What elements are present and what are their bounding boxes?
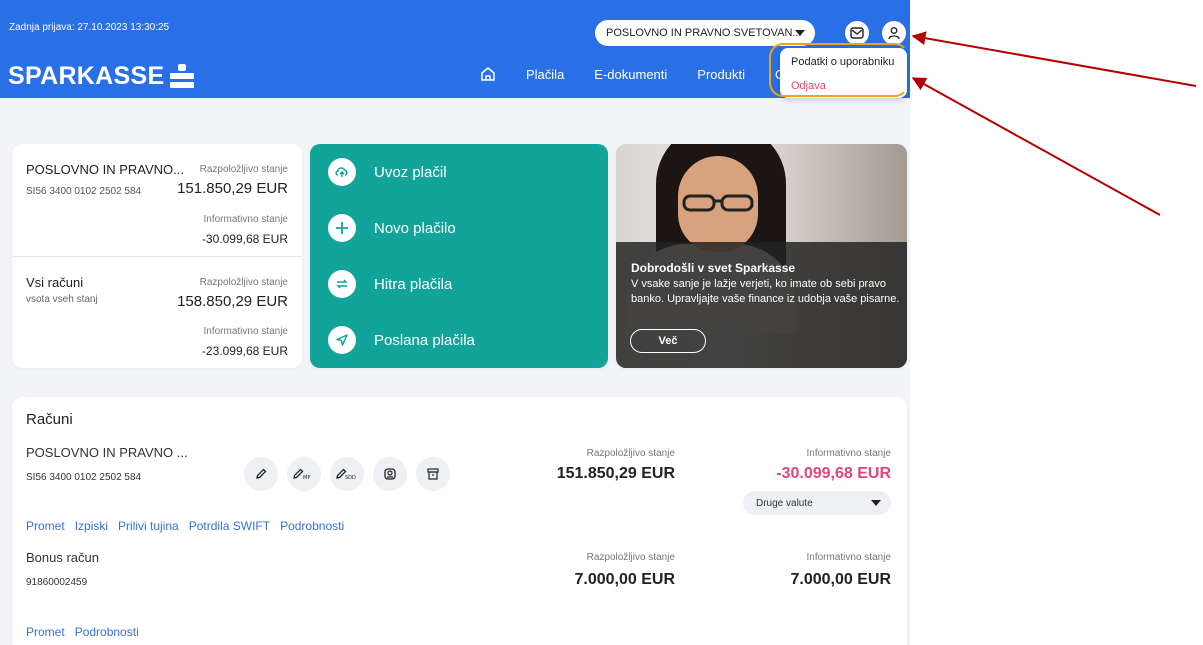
summary-info-amount: -30.099,68 EUR — [201, 232, 288, 246]
cloud-upload-icon — [328, 158, 356, 186]
quick-actions-card: Uvoz plačil Novo plačilo Hitra plačila P… — [310, 144, 608, 368]
row-2-links: Promet Podrobnosti — [26, 625, 139, 639]
nav-produkti[interactable]: Produkti — [697, 67, 745, 82]
chevron-down-icon — [795, 30, 805, 36]
stamp-icon[interactable] — [373, 457, 407, 491]
home-icon — [481, 67, 495, 81]
user-icon — [888, 27, 900, 40]
pencil-mp-icon[interactable]: MP — [287, 457, 321, 491]
all-info-amount: -23.099,68 EUR — [201, 344, 288, 358]
action-import-payments[interactable]: Uvoz plačil — [328, 158, 447, 186]
row-2-info-label: Informativno stanje — [806, 552, 892, 563]
all-accounts-name: Vsi računi — [26, 275, 84, 290]
company-select-value: POSLOVNO IN PRAVNO SVETOVAN... — [606, 27, 802, 39]
glasses-shape — [682, 194, 754, 212]
row-1-links: Promet Izpiski Prilivi tujina Potrdila S… — [26, 519, 344, 533]
messages-button[interactable] — [845, 21, 869, 45]
summary-account-name: POSLOVNO IN PRAVNO... — [26, 162, 184, 177]
logo-text: SPARKASSE — [8, 62, 165, 90]
row-2-available-amount: 7.000,00 EUR — [574, 571, 675, 588]
pencil-sdd-icon[interactable]: SDD — [330, 457, 364, 491]
row-2-available-label: Razpoložljivo stanje — [586, 552, 675, 563]
nav-e-dokumenti[interactable]: E-dokumenti — [594, 67, 667, 82]
link-promet[interactable]: Promet — [26, 519, 65, 533]
action-import-label: Uvoz plačil — [374, 163, 447, 181]
promo-more-button[interactable]: Več — [630, 329, 706, 353]
accounts-card: Računi POSLOVNO IN PRAVNO ... SI56 3400 … — [12, 397, 907, 645]
main-nav: Plačila E-dokumenti Produkti O — [480, 66, 815, 82]
summary-available-label: Razpoložljivo stanje — [199, 164, 288, 175]
nav-home[interactable] — [480, 66, 496, 82]
chevron-down-icon — [871, 500, 881, 506]
account-row-2-name[interactable]: Bonus račun — [26, 550, 99, 565]
link-izpiski[interactable]: Izpiski — [75, 519, 108, 533]
nav-placila[interactable]: Plačila — [526, 67, 564, 82]
account-row-1-name[interactable]: POSLOVNO IN PRAVNO ... — [26, 445, 188, 460]
link-podrobnosti[interactable]: Podrobnosti — [75, 625, 139, 639]
summary-account-iban: SI56 3400 0102 2502 584 — [26, 186, 142, 197]
promo-title: Dobrodošli v svet Sparkasse — [631, 261, 796, 275]
link-potrdila-swift[interactable]: Potrdila SWIFT — [189, 519, 270, 533]
row-1-info-label: Informativno stanje — [806, 448, 892, 459]
promo-banner: Dobrodošli v svet Sparkasse V vsake sanj… — [616, 144, 907, 368]
user-profile-button[interactable] — [882, 21, 906, 45]
action-sent-payments-label: Poslana plačila — [374, 331, 475, 349]
send-icon — [328, 326, 356, 354]
tool-label-sdd: SDD — [345, 475, 356, 481]
promo-text: V vsake sanje je lažje verjeti, ko imate… — [631, 278, 900, 305]
account-summary-card[interactable]: POSLOVNO IN PRAVNO... SI56 3400 0102 250… — [12, 144, 302, 368]
row-1-available-label: Razpoložljivo stanje — [586, 448, 675, 459]
plus-icon — [328, 214, 356, 242]
sparkasse-s-icon — [170, 63, 195, 90]
all-accounts-sub: vsota vseh stanj — [26, 294, 98, 305]
account-row-2-iban: 91860002459 — [26, 577, 88, 588]
link-prilivi-tujina[interactable]: Prilivi tujina — [118, 519, 179, 533]
mail-icon — [850, 27, 864, 39]
currency-select[interactable]: Druge valute — [743, 491, 891, 515]
account-tools: MP SDD — [244, 457, 450, 491]
row-1-available-amount: 151.850,29 EUR — [556, 465, 675, 482]
pencil-icon[interactable] — [244, 457, 278, 491]
sparkasse-logo[interactable]: SPARKASSE — [8, 62, 195, 91]
app-window: Zadnja prijava: 27.10.2023 13:30:25 SPAR… — [0, 0, 910, 645]
summary-available-amount: 151.850,29 EUR — [177, 180, 288, 197]
all-info-label: Informativno stanje — [203, 326, 289, 337]
link-podrobnosti[interactable]: Podrobnosti — [280, 519, 344, 533]
accounts-title: Računi — [26, 411, 73, 428]
repeat-icon — [328, 270, 356, 298]
action-new-payment-label: Novo plačilo — [374, 219, 456, 237]
link-promet[interactable]: Promet — [26, 625, 65, 639]
account-row-1-iban: SI56 3400 0102 2502 584 — [26, 472, 142, 483]
all-available-amount: 158.850,29 EUR — [177, 293, 288, 310]
summary-divider — [12, 256, 302, 257]
all-available-label: Razpoložljivo stanje — [199, 277, 288, 288]
summary-info-label: Informativno stanje — [203, 214, 289, 225]
action-quick-payments[interactable]: Hitra plačila — [328, 270, 452, 298]
action-new-payment[interactable]: Novo plačilo — [328, 214, 456, 242]
action-sent-payments[interactable]: Poslana plačila — [328, 326, 475, 354]
annotation-arrow-menu — [911, 77, 1161, 216]
annotation-arrow-profile — [911, 31, 1197, 87]
last-login-text: Zadnja prijava: 27.10.2023 13:30:25 — [9, 22, 170, 33]
row-1-info-amount: -30.099,68 EUR — [776, 465, 891, 482]
row-2-info-amount: 7.000,00 EUR — [790, 571, 891, 588]
annotation-highlight-ring — [769, 43, 909, 97]
tool-label-mp: MP — [303, 475, 310, 481]
currency-select-value: Druge valute — [756, 497, 813, 509]
action-quick-payments-label: Hitra plačila — [374, 275, 453, 293]
archive-icon[interactable] — [416, 457, 450, 491]
